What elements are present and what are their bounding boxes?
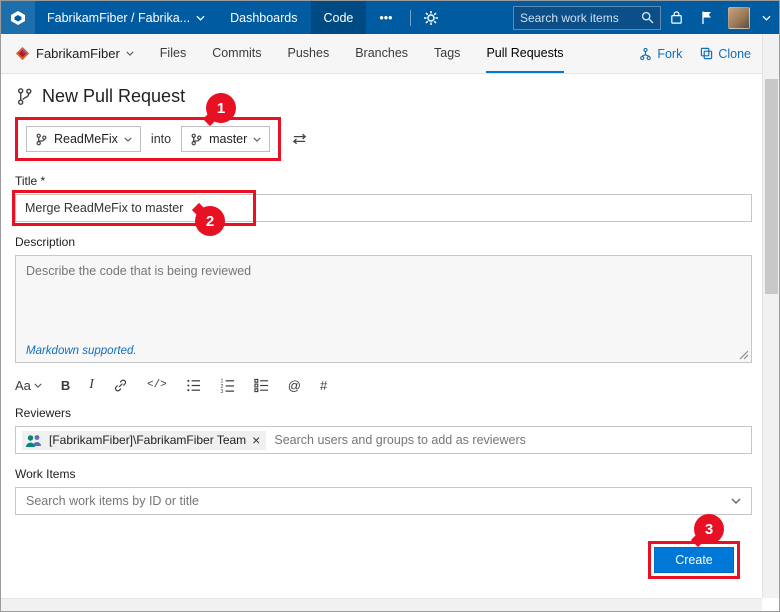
description-placeholder: Describe the code that is being reviewed	[26, 264, 741, 278]
chevron-down-icon	[126, 51, 134, 56]
font-style-dropdown[interactable]: Aa	[15, 378, 42, 393]
search-box[interactable]	[513, 6, 661, 30]
new-pull-request-page: New Pull Request 1 ReadMeFix into	[1, 74, 762, 579]
project-name-label: FabrikamFiber	[36, 46, 120, 61]
nav-item-dashboards[interactable]: Dashboards	[217, 1, 310, 34]
page-title: New Pull Request	[42, 86, 185, 107]
title-field-wrap: 2	[15, 194, 752, 222]
work-items-placeholder: Search work items by ID or title	[26, 494, 199, 508]
target-branch-label: master	[209, 132, 247, 146]
vsts-logo-icon[interactable]	[1, 1, 35, 34]
into-label: into	[151, 132, 171, 146]
source-branch-selector[interactable]: ReadMeFix	[26, 126, 141, 152]
annotation-step-1: 1	[206, 93, 236, 123]
repository-navigation: FabrikamFiber Files Commits Pushes Branc…	[1, 34, 779, 74]
branch-icon	[190, 133, 203, 146]
vertical-scrollbar-thumb[interactable]	[765, 79, 778, 294]
reviewers-search-input[interactable]	[274, 433, 745, 447]
vertical-scrollbar[interactable]	[762, 34, 779, 598]
reviewer-chip-label: [FabrikamFiber]\FabrikamFiber Team	[49, 433, 246, 447]
formatting-toolbar: Aa B I </>	[15, 377, 752, 393]
chevron-down-icon	[34, 383, 42, 388]
highlight-box-branches: 1 ReadMeFix into	[15, 117, 281, 161]
project-selector[interactable]: FabrikamFiber	[15, 46, 134, 61]
create-button[interactable]: Create	[654, 547, 734, 573]
code-button[interactable]: </>	[147, 379, 167, 391]
chevron-down-icon	[196, 15, 205, 21]
app-window: FabrikamFiber / Fabrika... Dashboards Co…	[0, 0, 780, 612]
reviewers-input[interactable]: [FabrikamFiber]\FabrikamFiber Team ×	[15, 426, 752, 454]
clone-icon	[700, 47, 713, 60]
source-branch-label: ReadMeFix	[54, 132, 118, 146]
branch-icon	[35, 133, 48, 146]
mention-button[interactable]: @	[288, 378, 301, 393]
tab-branches[interactable]: Branches	[355, 34, 408, 73]
task-list-icon[interactable]	[254, 378, 269, 393]
title-input[interactable]	[15, 194, 752, 222]
create-row: 3 Create	[15, 541, 752, 579]
nav-item-more[interactable]: •••	[366, 1, 405, 34]
fork-icon	[639, 47, 652, 61]
work-item-hash-button[interactable]: #	[320, 378, 327, 393]
annotation-step-3: 3	[694, 514, 724, 544]
search-icon[interactable]	[641, 11, 654, 24]
tab-tags[interactable]: Tags	[434, 34, 460, 73]
target-branch-selector[interactable]: master	[181, 126, 270, 152]
svg-text:3: 3	[220, 389, 223, 393]
title-label: Title *	[15, 174, 752, 188]
work-items-label: Work Items	[15, 467, 752, 481]
highlight-box-create: Create	[648, 541, 740, 579]
create-wrap: 3 Create	[648, 541, 740, 579]
clone-button[interactable]: Clone	[700, 47, 751, 61]
project-breadcrumb[interactable]: FabrikamFiber / Fabrika...	[35, 1, 217, 34]
repo-actions: Fork Clone	[639, 47, 751, 61]
markdown-supported-link[interactable]: Markdown supported.	[26, 345, 137, 357]
nav-item-code[interactable]: Code	[311, 1, 367, 34]
description-label: Description	[15, 235, 752, 249]
horizontal-scrollbar[interactable]	[1, 598, 762, 611]
clone-label: Clone	[718, 47, 751, 61]
top-navigation-bar: FabrikamFiber / Fabrika... Dashboards Co…	[1, 1, 779, 34]
branch-selection-row: 1 ReadMeFix into	[15, 117, 752, 161]
bullet-list-icon[interactable]	[186, 378, 201, 393]
logo-glyph-icon	[10, 10, 26, 26]
repo-tabs: Files Commits Pushes Branches Tags Pull …	[160, 34, 564, 73]
bold-button[interactable]: B	[61, 378, 70, 393]
settings-gear-icon[interactable]	[415, 1, 447, 34]
chevron-down-icon	[253, 137, 261, 142]
search-work-items-input[interactable]	[520, 11, 641, 25]
swap-branches-icon[interactable]	[291, 133, 308, 145]
feedback-flag-icon[interactable]	[692, 1, 722, 34]
reviewer-chip[interactable]: [FabrikamFiber]\FabrikamFiber Team ×	[22, 431, 266, 450]
fork-button[interactable]: Fork	[639, 47, 682, 61]
pull-request-icon	[15, 87, 34, 106]
tab-files[interactable]: Files	[160, 34, 186, 73]
chevron-down-icon	[124, 137, 132, 142]
shopping-bag-icon[interactable]	[661, 1, 692, 34]
resize-handle-icon[interactable]	[739, 350, 749, 360]
remove-reviewer-button[interactable]: ×	[252, 433, 260, 447]
topbar-divider	[410, 10, 411, 26]
font-style-label: Aa	[15, 378, 31, 393]
chevron-down-icon	[731, 498, 741, 504]
description-editor[interactable]: Describe the code that is being reviewed…	[15, 255, 752, 363]
user-avatar[interactable]	[728, 7, 750, 29]
project-icon	[15, 46, 30, 61]
tab-pushes[interactable]: Pushes	[288, 34, 330, 73]
team-avatar-icon	[25, 433, 43, 448]
work-items-input[interactable]: Search work items by ID or title	[15, 487, 752, 515]
fork-label: Fork	[657, 47, 682, 61]
breadcrumb-label: FabrikamFiber / Fabrika...	[47, 11, 190, 25]
italic-button[interactable]: I	[89, 377, 94, 393]
profile-menu-chevron-icon[interactable]	[754, 1, 779, 34]
page-heading: New Pull Request	[15, 86, 752, 107]
tab-pull-requests[interactable]: Pull Requests	[486, 34, 563, 73]
link-icon[interactable]	[113, 378, 128, 393]
tab-commits[interactable]: Commits	[212, 34, 261, 73]
numbered-list-icon[interactable]: 1 2 3	[220, 378, 235, 393]
annotation-step-2: 2	[195, 206, 225, 236]
reviewers-label: Reviewers	[15, 406, 752, 420]
